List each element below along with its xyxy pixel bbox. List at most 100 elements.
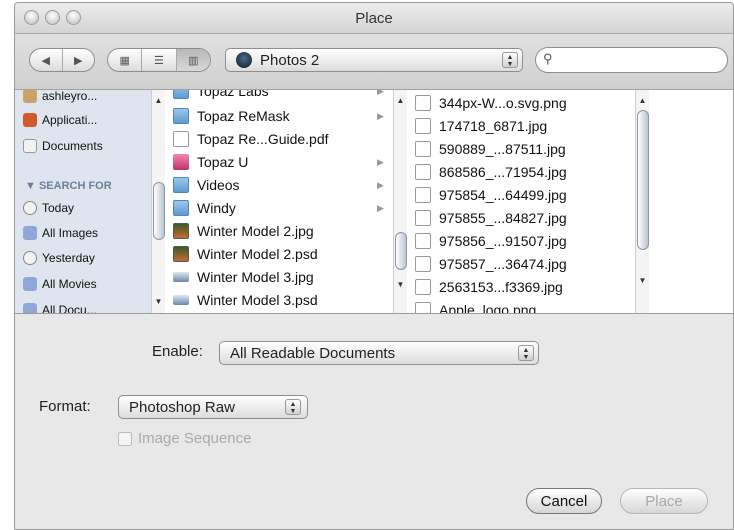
options-panel: Enable: All Readable Documents ▲ ▼ Format… — [15, 314, 733, 529]
cancel-button[interactable]: Cancel — [526, 488, 602, 514]
image-file-icon — [173, 223, 189, 239]
list-item[interactable]: 975856_...91507.jpg — [409, 230, 567, 252]
list-item[interactable]: Windy ▶ — [167, 197, 384, 219]
list-item-label: Topaz Re...Guide.pdf — [197, 131, 329, 147]
app-icon — [173, 154, 189, 170]
sidebar-item-all-documents[interactable]: All Docu... — [23, 300, 97, 313]
back-arrow-icon[interactable]: ◀ — [30, 49, 63, 71]
sidebar-item-yesterday[interactable]: Yesterday — [23, 248, 95, 268]
list-item[interactable]: Topaz Labs ▶ — [167, 90, 384, 102]
updown-arrows-icon: ▲ ▼ — [285, 399, 301, 415]
sidebar-item-label: All Movies — [42, 277, 97, 291]
image-file-icon — [415, 279, 431, 295]
list-item[interactable]: 868586_...71954.jpg — [409, 161, 567, 183]
list-view-icon[interactable]: ☰ — [142, 49, 177, 71]
image-file-icon — [415, 187, 431, 203]
list-item-label: 590889_...87511.jpg — [439, 141, 566, 157]
sidebar-section-heading: ▼ SEARCH FOR — [25, 180, 112, 192]
scroll-down-arrow-icon[interactable]: ▼ — [152, 297, 165, 306]
image-file-icon — [173, 246, 189, 262]
chevron-right-icon: ▶ — [377, 202, 384, 213]
list-item-label: 975854_...64499.jpg — [439, 187, 567, 203]
image-file-icon — [415, 210, 431, 226]
list-item[interactable]: 2563153...f3369.jpg — [409, 276, 563, 298]
column-2-scrollbar[interactable]: ▲ ▼ — [635, 90, 649, 313]
sidebar-item-home[interactable]: ashleyro... — [23, 90, 97, 106]
search-icon: ⚲ — [543, 51, 553, 66]
column-view-icon[interactable]: ▥ — [176, 49, 210, 71]
folder-icon — [173, 108, 189, 124]
scroll-down-arrow-icon[interactable]: ▼ — [394, 280, 407, 289]
list-item-label: Winter Model 2.psd — [197, 246, 318, 262]
enable-value: All Readable Documents — [230, 345, 396, 362]
disclosure-triangle-icon[interactable]: ▼ — [25, 180, 36, 192]
search-field[interactable]: ⚲ — [535, 47, 728, 73]
smart-folder-icon — [23, 303, 37, 313]
list-item[interactable]: Topaz Re...Guide.pdf — [167, 128, 329, 150]
chevron-right-icon: ▶ — [377, 179, 384, 190]
list-item[interactable]: 975857_...36474.jpg — [409, 253, 567, 275]
sidebar-item-label: ashleyro... — [42, 90, 98, 103]
enable-popup[interactable]: All Readable Documents ▲ ▼ — [219, 341, 539, 365]
list-item[interactable]: Winter Model 3.psd — [167, 289, 318, 311]
list-item[interactable]: 174718_6871.jpg — [409, 115, 547, 137]
image-sequence-option: Image Sequence — [118, 430, 251, 447]
list-item-label: 975855_...84827.jpg — [439, 210, 567, 226]
list-item-label: Videos — [197, 177, 240, 193]
sidebar-item-label: All Images — [42, 226, 99, 240]
updown-arrows-icon: ▲ ▼ — [518, 345, 534, 361]
list-item[interactable]: Apple_logo.png — [409, 299, 536, 313]
smart-folder-icon — [23, 226, 37, 240]
scroll-thumb[interactable] — [637, 110, 649, 250]
window-title: Place — [355, 10, 393, 27]
format-label: Format: — [39, 398, 91, 415]
empty-column[interactable] — [649, 90, 733, 313]
image-file-icon — [415, 118, 431, 134]
list-item-label: Topaz U — [197, 154, 249, 170]
sidebar-item-applications[interactable]: Applicati... — [23, 110, 97, 130]
scroll-up-arrow-icon[interactable]: ▲ — [636, 96, 649, 105]
list-item-label: 975857_...36474.jpg — [439, 256, 567, 272]
format-popup[interactable]: Photoshop Raw ▲ ▼ — [118, 395, 308, 419]
list-item[interactable]: Videos ▶ — [167, 174, 384, 196]
list-item[interactable]: Winter Model 2.jpg — [167, 220, 314, 242]
list-item[interactable]: 344px-W...o.svg.png — [409, 92, 567, 114]
sidebar-item-documents[interactable]: Documents — [23, 136, 103, 156]
place-button[interactable]: Place — [620, 488, 708, 514]
image-sequence-checkbox[interactable] — [118, 431, 132, 446]
icon-view-icon[interactable]: ▦ — [108, 49, 143, 71]
sidebar-item-all-movies[interactable]: All Movies — [23, 274, 97, 294]
sidebar-item-all-images[interactable]: All Images — [23, 223, 98, 243]
smart-folder-icon — [23, 277, 37, 291]
list-item-label: 174718_6871.jpg — [439, 118, 548, 134]
list-item[interactable]: 975854_...64499.jpg — [409, 184, 567, 206]
image-file-icon — [415, 256, 431, 272]
sidebar-scrollbar[interactable]: ▲ ▼ — [151, 90, 165, 313]
list-item-label: Winter Model 3.jpg — [197, 269, 314, 285]
chevron-right-icon: ▶ — [377, 156, 384, 167]
forward-arrow-icon[interactable]: ▶ — [63, 49, 95, 71]
list-item[interactable]: 590889_...87511.jpg — [409, 138, 566, 160]
list-item[interactable]: Topaz ReMask ▶ — [167, 105, 384, 127]
scroll-thumb[interactable] — [153, 182, 165, 240]
list-item[interactable]: Winter Model 3.jpg — [167, 266, 314, 288]
sidebar-item-label: Documents — [42, 139, 103, 153]
list-item-label: Winter Model 2.jpg — [197, 223, 314, 239]
image-file-icon — [415, 95, 431, 111]
sidebar-item-label: Yesterday — [42, 251, 95, 265]
sidebar-item-today[interactable]: Today — [23, 198, 74, 218]
file-browser: ashleyro... Applicati... Documents ▼ SEA… — [15, 90, 733, 314]
document-icon — [173, 131, 189, 147]
clock-icon — [23, 251, 37, 265]
image-file-icon — [415, 141, 431, 157]
list-item[interactable]: 975855_...84827.jpg — [409, 207, 567, 229]
scroll-up-arrow-icon[interactable]: ▲ — [152, 96, 165, 105]
scroll-up-arrow-icon[interactable]: ▲ — [394, 96, 407, 105]
location-popup[interactable]: Photos 2 ▲ ▼ — [225, 48, 523, 72]
scroll-down-arrow-icon[interactable]: ▼ — [636, 276, 649, 285]
column-1-scrollbar[interactable]: ▲ ▼ — [393, 90, 407, 313]
list-item[interactable]: Winter Model 2.psd — [167, 243, 318, 265]
applications-icon — [23, 113, 37, 127]
list-item[interactable]: Topaz U ▶ — [167, 151, 384, 173]
scroll-thumb[interactable] — [395, 232, 407, 270]
